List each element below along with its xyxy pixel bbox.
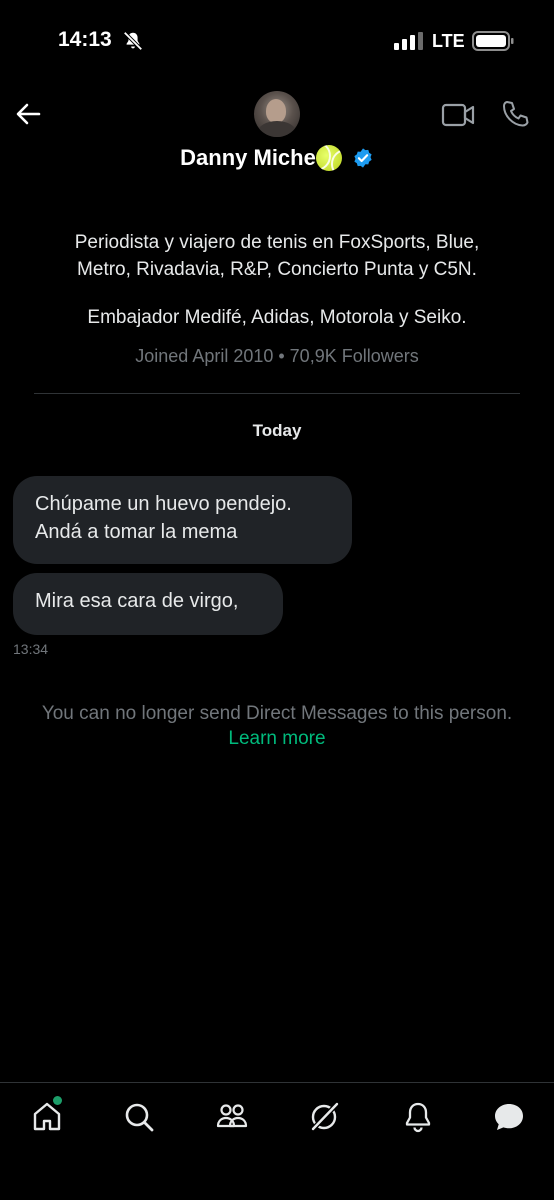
message-bubble[interactable]: Chúpame un huevo pendejo. Andá a tomar l…: [13, 476, 352, 564]
phone-call-icon[interactable]: [500, 99, 530, 129]
avatar[interactable]: [254, 91, 300, 137]
profile-name: Danny Miche: [180, 145, 316, 170]
notifications-icon[interactable]: [401, 1100, 435, 1134]
divider: [34, 393, 520, 394]
battery-icon: [472, 31, 514, 51]
message-timestamp: 13:34: [13, 641, 49, 657]
back-arrow-icon[interactable]: [14, 100, 42, 128]
profile-bio: Periodista y viajero de tenis en FoxSpor…: [0, 229, 554, 283]
network-type: LTE: [432, 31, 465, 51]
bio-line-3: Embajador Medifé, Adidas, Motorola y Sei…: [87, 307, 467, 328]
video-call-icon[interactable]: [440, 100, 476, 130]
home-icon[interactable]: [30, 1100, 64, 1134]
nav-divider: [0, 1082, 554, 1083]
messages-icon[interactable]: [492, 1100, 526, 1134]
profile-meta: Joined April 2010 • 70,9K Followers: [135, 346, 419, 366]
search-icon[interactable]: [122, 1100, 156, 1134]
message-text: Chúpame un huevo pendejo.: [35, 493, 292, 515]
message-bubble[interactable]: Mira esa cara de virgo,: [13, 573, 283, 635]
message-text: Mira esa cara de virgo,: [35, 590, 239, 612]
verified-badge-icon: [354, 148, 372, 168]
bell-off-icon: [123, 31, 143, 51]
home-notification-dot: [53, 1096, 62, 1105]
bio-line-1: Periodista y viajero de tenis en FoxSpor…: [74, 232, 480, 253]
communities-icon[interactable]: [215, 1100, 249, 1134]
date-separator: Today: [252, 421, 302, 440]
learn-more-link[interactable]: Learn more: [0, 728, 554, 750]
signal-icon: [394, 32, 423, 50]
message-text: Andá a tomar la mema: [35, 521, 238, 543]
bio-line-2: Metro, Rivadavia, R&P, Concierto Punta y…: [77, 259, 477, 280]
tennis-ball-icon: [315, 145, 342, 171]
status-time: 14:13: [58, 28, 112, 51]
profile-name-row[interactable]: Danny Miche: [0, 145, 554, 171]
dm-restriction-notice: You can no longer send Direct Messages t…: [41, 703, 513, 724]
grok-icon[interactable]: [307, 1100, 341, 1134]
